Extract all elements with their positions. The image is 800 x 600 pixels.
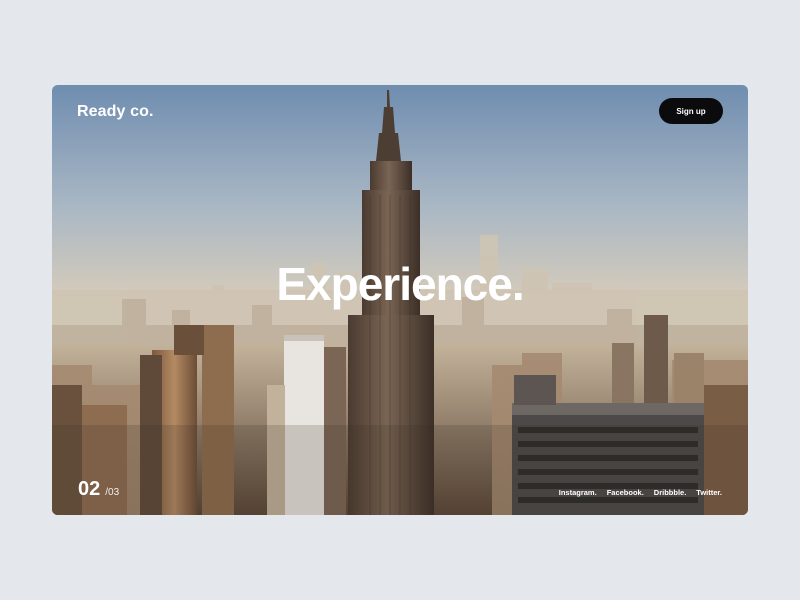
- slide-pager: 02 /03: [78, 478, 119, 501]
- pager-current: 02: [78, 478, 101, 500]
- social-links: Instagram. Facebook. Dribbble. Twitter.: [559, 488, 722, 497]
- brand-logo[interactable]: Ready co.: [77, 103, 154, 121]
- hero-title: Experience.: [276, 258, 524, 310]
- social-link-instagram[interactable]: Instagram.: [559, 488, 597, 497]
- hero-card: Ready co. Sign up Experience. 02 /03 Ins…: [52, 85, 748, 515]
- social-link-dribbble[interactable]: Dribbble.: [654, 488, 687, 497]
- social-link-twitter[interactable]: Twitter.: [696, 488, 722, 497]
- pager-total: /03: [105, 487, 120, 498]
- social-link-facebook[interactable]: Facebook.: [607, 488, 644, 497]
- sign-up-button[interactable]: Sign up: [659, 98, 723, 124]
